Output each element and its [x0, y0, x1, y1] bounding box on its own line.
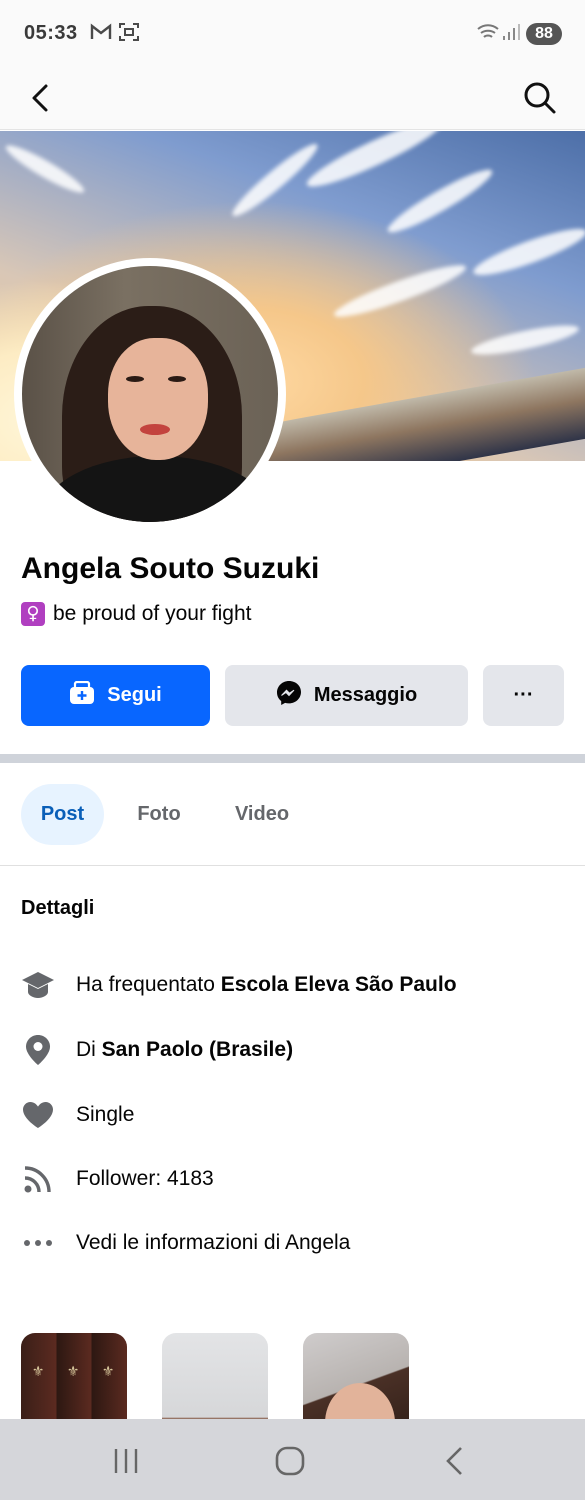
graduation-cap-icon: [20, 968, 56, 1002]
avatar[interactable]: [22, 266, 278, 522]
bio-text: be proud of your fight: [53, 602, 252, 625]
follow-label: Segui: [107, 684, 162, 706]
arrow-left-icon[interactable]: [18, 76, 62, 120]
more-dots-icon: [20, 1226, 56, 1260]
detail-education-text: Ha frequentato Escola Eleva São Paulo: [76, 973, 457, 996]
home-icon[interactable]: [270, 1441, 310, 1481]
female-sign-icon: ♀: [21, 602, 45, 626]
detail-see-info-text: Vedi le informazioni di Angela: [76, 1231, 351, 1254]
profile-name: Angela Souto Suzuki: [21, 552, 320, 585]
message-button[interactable]: Messaggio: [225, 665, 468, 726]
tab-post[interactable]: Post: [21, 784, 104, 845]
gmail-icon: [90, 22, 112, 47]
profile-bio: ♀ be proud of your fight: [21, 602, 251, 626]
heart-icon: [20, 1098, 56, 1132]
recent-apps-icon[interactable]: [106, 1441, 146, 1481]
status-bar: 05:33 88: [0, 0, 585, 66]
more-options-button[interactable]: ···: [483, 665, 564, 726]
detail-location-text: Di San Paolo (Brasile): [76, 1038, 294, 1061]
detail-see-info[interactable]: Vedi le informazioni di Angela: [0, 1222, 585, 1262]
detail-followers-text: Follower: 4183: [76, 1167, 214, 1190]
status-time: 05:33: [24, 22, 78, 44]
screen-capture-icon: [118, 22, 140, 47]
wifi-icon: [476, 22, 500, 47]
messenger-icon: [276, 680, 302, 712]
battery-indicator: 88: [526, 23, 562, 45]
detail-relationship[interactable]: Single: [0, 1094, 585, 1134]
search-icon[interactable]: [518, 76, 562, 120]
detail-followers[interactable]: Follower: 4183: [0, 1158, 585, 1198]
more-dots-label: ···: [513, 684, 534, 706]
details-title: Dettagli: [21, 897, 95, 919]
detail-relationship-text: Single: [76, 1103, 135, 1126]
tab-video[interactable]: Video: [225, 784, 299, 845]
message-label: Messaggio: [313, 684, 418, 706]
tabs-divider: [0, 865, 585, 866]
detail-education[interactable]: Ha frequentato Escola Eleva São Paulo: [0, 964, 585, 1004]
rss-feed-icon: [20, 1162, 56, 1196]
top-nav: [0, 66, 585, 130]
signal-icon: [502, 22, 520, 47]
detail-location[interactable]: Di San Paolo (Brasile): [0, 1029, 585, 1069]
tab-foto[interactable]: Foto: [126, 784, 192, 845]
follow-button[interactable]: Segui: [21, 665, 210, 726]
section-divider: [0, 754, 585, 763]
system-nav-bar: [0, 1419, 585, 1500]
back-icon[interactable]: [434, 1441, 474, 1481]
location-pin-icon: [20, 1033, 56, 1067]
add-follow-icon: [69, 680, 95, 711]
